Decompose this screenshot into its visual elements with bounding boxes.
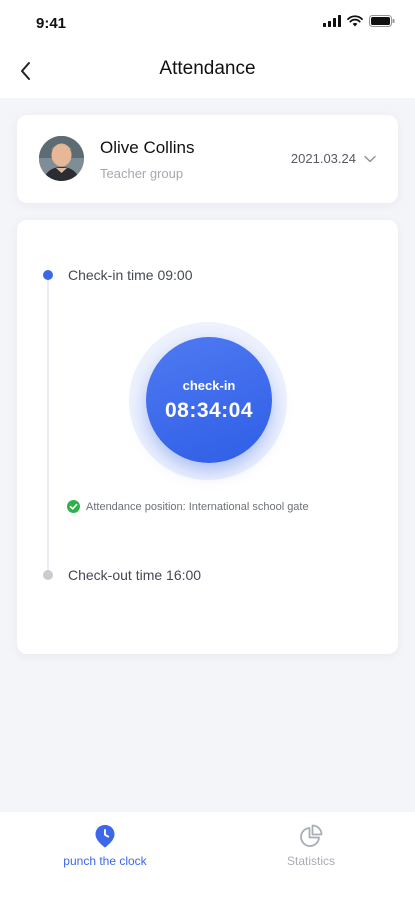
tab-statistics[interactable]: Statistics — [241, 822, 381, 868]
pie-chart-icon — [300, 824, 323, 847]
selected-date: 2021.03.24 — [290, 151, 356, 166]
profile-card: Olive Collins Teacher group 2021.03.24 — [17, 115, 398, 203]
checkin-dot — [43, 270, 53, 280]
status-time: 9:41 — [36, 15, 67, 32]
tab-bar: punch the clock Statistics — [0, 812, 415, 900]
attendance-position: Attendance position: International schoo… — [67, 500, 309, 513]
tab-punch-the-clock[interactable]: punch the clock — [35, 822, 175, 868]
avatar — [39, 136, 84, 181]
status-icons — [323, 15, 395, 27]
timeline-line — [47, 276, 49, 572]
signal-icon — [323, 15, 341, 27]
check-circle-icon — [67, 500, 80, 513]
attendance-card: Check-in time 09:00 check-in 08:34:04 At… — [17, 220, 398, 654]
checkout-dot — [43, 570, 53, 580]
wifi-icon — [347, 15, 363, 27]
status-bar: 9:41 — [0, 0, 415, 44]
checkin-time-label: Check-in time 09:00 — [68, 267, 193, 283]
checkout-time-label: Check-out time 16:00 — [68, 567, 202, 583]
punch-button-clock: 08:34:04 — [164, 399, 254, 422]
nav-bar: Attendance — [0, 44, 415, 98]
battery-icon — [369, 15, 395, 27]
punch-button-label: check-in — [182, 378, 236, 393]
chevron-down-icon — [364, 155, 376, 162]
page-title: Attendance — [159, 58, 256, 79]
tab-statistics-label: Statistics — [286, 854, 335, 868]
user-name: Olive Collins — [100, 138, 195, 157]
clock-pin-icon — [95, 825, 115, 848]
attendance-position-text: Attendance position: International schoo… — [86, 500, 309, 513]
date-selector[interactable]: 2021.03.24 — [291, 151, 376, 166]
user-group: Teacher group — [100, 166, 184, 181]
punch-button[interactable]: check-in 08:34:04 — [146, 337, 272, 463]
tab-punch-label: punch the clock — [63, 854, 147, 868]
